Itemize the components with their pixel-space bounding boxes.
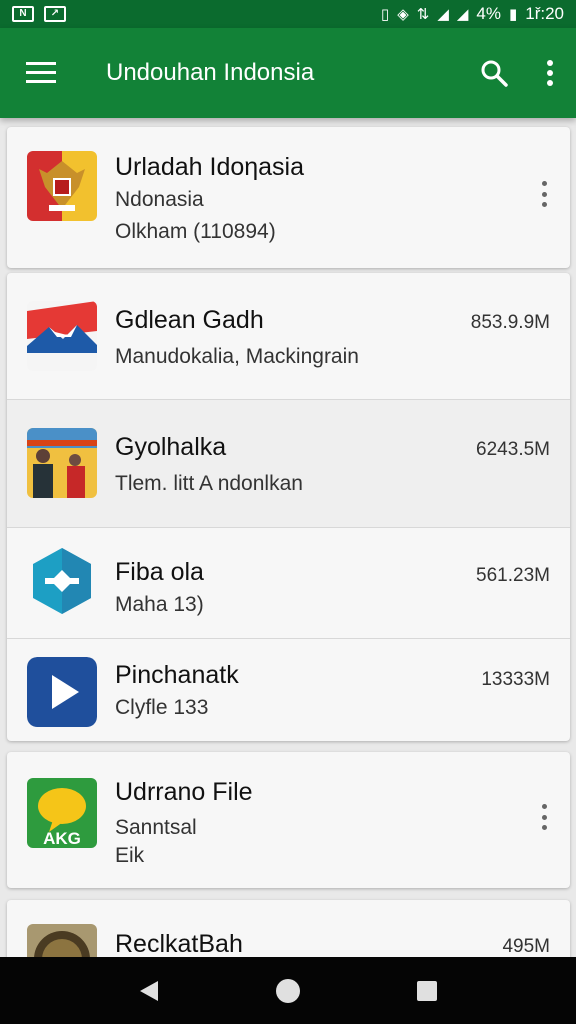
recents-button[interactable] xyxy=(416,980,438,1002)
item-title: Urladah Idoηasia xyxy=(115,153,305,181)
dot-icon xyxy=(541,181,547,186)
search-button[interactable] xyxy=(464,28,524,118)
clock: 1ř:20 xyxy=(525,4,564,23)
icon-label: AKG xyxy=(43,829,81,848)
play-icon xyxy=(27,657,97,727)
item-subtitle: Clyfle 133 xyxy=(115,696,209,719)
chat-bubble-icon: AKG xyxy=(27,778,97,848)
dot-icon xyxy=(541,825,547,830)
dot-icon xyxy=(541,191,547,197)
page-title: Undouhan Indonsia xyxy=(106,59,315,86)
garuda-emblem-icon xyxy=(27,151,97,221)
list-card[interactable]: Urladah Idoηasia Ndonasia Olkham (110894… xyxy=(7,127,570,268)
app-icon xyxy=(27,657,97,727)
menu-button[interactable] xyxy=(0,28,82,118)
item-title: ReclkatBah xyxy=(115,930,243,958)
list-item[interactable]: Fiba ola Maha 13) 561.23M xyxy=(7,528,570,638)
vibrate-icon: ▯ xyxy=(380,6,390,23)
people-icon xyxy=(27,428,97,498)
app-icon: AKG xyxy=(27,778,97,848)
app-icon xyxy=(27,151,97,221)
item-title: Udrrano File xyxy=(115,778,253,806)
data-icon: ⇅ xyxy=(416,6,430,23)
item-overflow-button[interactable] xyxy=(536,179,552,209)
nfc-icon: ◈ xyxy=(397,6,409,23)
app-icon xyxy=(27,546,97,616)
hexagon-plus-icon xyxy=(33,548,91,614)
item-detail: Eik xyxy=(115,844,145,867)
app-icon xyxy=(27,428,97,498)
item-size: 853.9.9M xyxy=(470,312,550,333)
list-item[interactable]: Gdlean Gadh Manudokalia, Mackingrain 853… xyxy=(7,273,570,399)
dot-icon xyxy=(541,814,547,820)
item-size: 13333M xyxy=(481,669,550,690)
more-options-button[interactable] xyxy=(524,28,576,118)
search-icon xyxy=(481,60,508,87)
item-detail: Olkham (110894) xyxy=(115,220,276,243)
signal-icon-1: ◢ xyxy=(437,6,449,23)
hamburger-icon xyxy=(26,62,56,83)
home-button[interactable] xyxy=(275,978,301,1004)
mountain-flag-icon xyxy=(27,301,97,371)
item-size: 495M xyxy=(502,936,550,957)
item-size: 561.23M xyxy=(476,565,550,586)
battery-icon: ▮ xyxy=(508,6,518,23)
list-card-group: Gdlean Gadh Manudokalia, Mackingrain 853… xyxy=(7,273,570,741)
list-item[interactable]: Pinchanatk Clyfle 133 13333M xyxy=(7,639,570,741)
sync-icon: ↗ xyxy=(44,6,66,22)
back-button[interactable] xyxy=(138,979,160,1003)
app-icon xyxy=(27,301,97,371)
more-vert-icon xyxy=(547,60,553,86)
item-subtitle: Tlem. litt A ndonlkan xyxy=(115,472,303,495)
app-bar: Undouhan Indonsia xyxy=(0,28,576,118)
status-bar: N ↗ ▯ ◈ ⇅ ◢ ◢ 4% ▮ 1ř:20 xyxy=(0,0,576,28)
list-item[interactable]: Gyolhalka Tlem. litt A ndonlkan 6243.5M xyxy=(7,400,570,527)
item-size: 6243.5M xyxy=(476,439,550,460)
item-subtitle: Maha 13) xyxy=(115,593,204,616)
signal-icon-2: ◢ xyxy=(456,6,469,23)
list-card[interactable]: AKG Udrrano File Sanntsal Eik xyxy=(7,752,570,888)
battery-percent: 4% xyxy=(476,4,501,23)
item-subtitle: Sanntsal xyxy=(115,816,197,839)
list-item[interactable]: AKG Udrrano File Sanntsal Eik xyxy=(7,752,570,888)
dot-icon xyxy=(541,804,547,809)
item-subtitle: Ndonasia xyxy=(115,188,204,211)
item-subtitle: Manudokalia, Mackingrain xyxy=(115,345,359,368)
item-title: Gyolhalka xyxy=(115,433,227,461)
item-title: Gdlean Gadh xyxy=(115,306,264,334)
list-item[interactable]: Urladah Idoηasia Ndonasia Olkham (110894… xyxy=(7,127,570,268)
item-title: Pinchanatk xyxy=(115,661,239,689)
item-title: Fiba ola xyxy=(115,558,204,586)
notification-icon: N xyxy=(12,6,34,22)
navigation-bar xyxy=(0,957,576,1024)
dot-icon xyxy=(541,202,547,207)
item-overflow-button[interactable] xyxy=(536,802,552,832)
